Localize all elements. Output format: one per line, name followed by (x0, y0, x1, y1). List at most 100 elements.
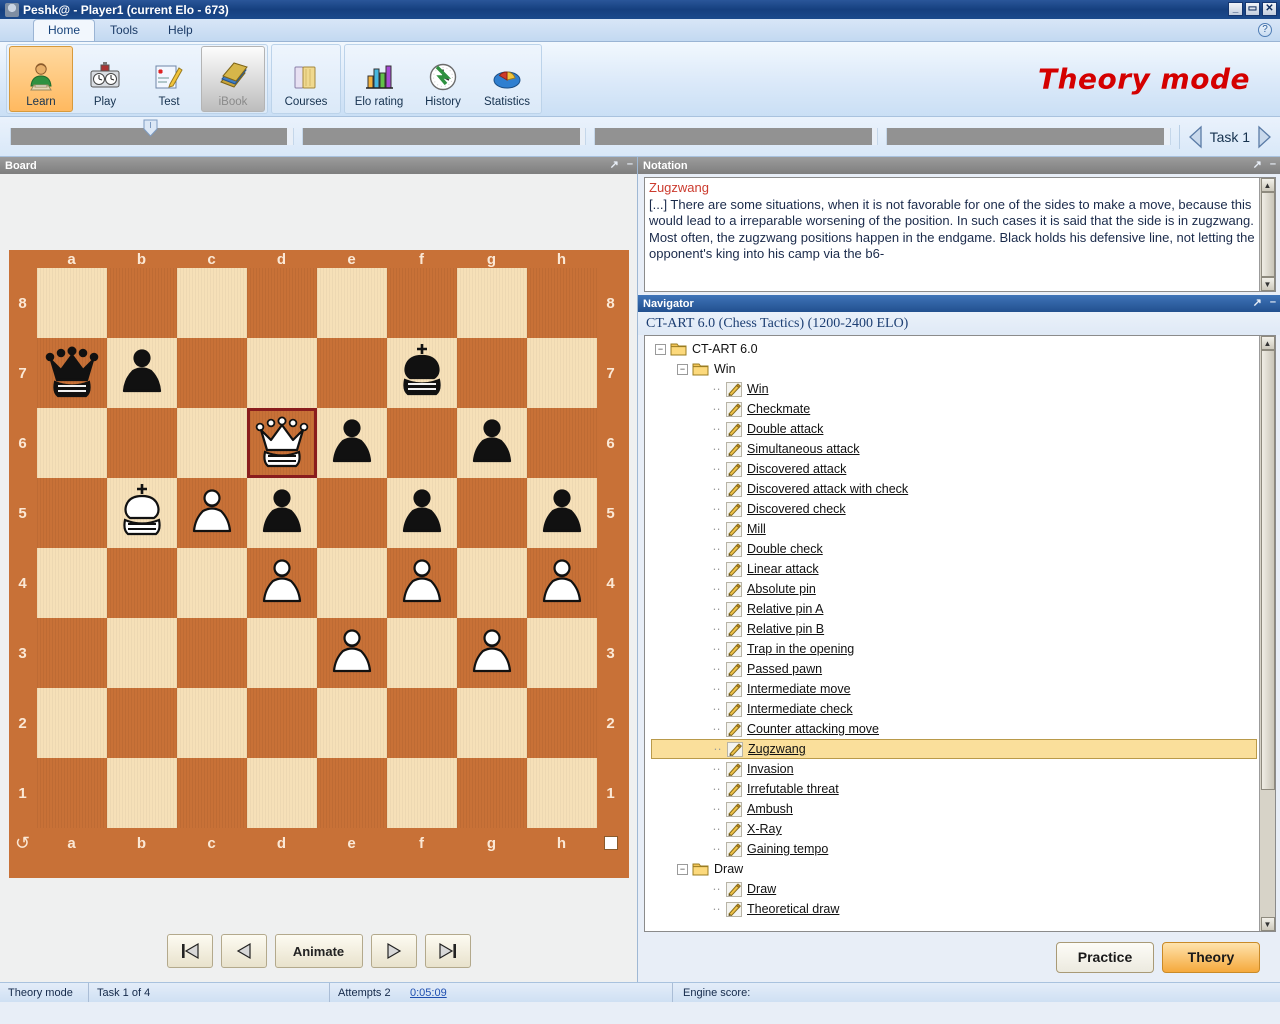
notation-scrollbar[interactable]: ▲ ▼ (1259, 178, 1275, 291)
chess-board[interactable]: abcdefgh887 76 65 (9, 250, 629, 878)
square-d6[interactable] (247, 408, 317, 478)
tree-item[interactable]: ·· Irrefutable threat (651, 779, 1259, 799)
elo-rating-button[interactable]: Elo rating (347, 46, 411, 112)
square-h3[interactable] (527, 618, 597, 688)
tree-item[interactable]: ·· Invasion (651, 759, 1259, 779)
tree-item[interactable]: ·· Intermediate move (651, 679, 1259, 699)
square-a3[interactable] (37, 618, 107, 688)
tree-item[interactable]: ·· Zugzwang (651, 739, 1257, 759)
square-g2[interactable] (457, 688, 527, 758)
board-expand-icon[interactable]: ↗ (610, 158, 619, 171)
square-f3[interactable] (387, 618, 457, 688)
tree-item[interactable]: ·· Double check (651, 539, 1259, 559)
tree-scroll-down-icon[interactable]: ▼ (1261, 917, 1275, 931)
square-f1[interactable] (387, 758, 457, 828)
practice-button[interactable]: Practice (1056, 942, 1154, 973)
square-b2[interactable] (107, 688, 177, 758)
theory-button[interactable]: Theory (1162, 942, 1260, 973)
learn-button[interactable]: Learn (9, 46, 73, 112)
square-c7[interactable] (177, 338, 247, 408)
notation-scroll-thumb[interactable] (1261, 192, 1275, 277)
square-a6[interactable] (37, 408, 107, 478)
square-e5[interactable] (317, 478, 387, 548)
tree-item[interactable]: ·· Simultaneous attack (651, 439, 1259, 459)
square-f5[interactable] (387, 478, 457, 548)
square-b5[interactable] (107, 478, 177, 548)
notation-expand-icon[interactable]: ↗ (1253, 158, 1262, 171)
square-e6[interactable] (317, 408, 387, 478)
square-g5[interactable] (457, 478, 527, 548)
square-e3[interactable] (317, 618, 387, 688)
tree-item[interactable]: ·· Absolute pin (651, 579, 1259, 599)
tree-item[interactable]: ·· Draw (651, 879, 1259, 899)
tree-folder[interactable]: − Draw (651, 859, 1259, 879)
tree-item[interactable]: ·· Discovered attack (651, 459, 1259, 479)
tree-folder[interactable]: − Win (651, 359, 1259, 379)
square-d3[interactable] (247, 618, 317, 688)
square-a1[interactable] (37, 758, 107, 828)
square-e1[interactable] (317, 758, 387, 828)
help-icon[interactable]: ? (1258, 23, 1272, 37)
square-g1[interactable] (457, 758, 527, 828)
tab-help[interactable]: Help (153, 19, 208, 41)
square-g8[interactable] (457, 268, 527, 338)
square-d8[interactable] (247, 268, 317, 338)
square-g6[interactable] (457, 408, 527, 478)
tree-item[interactable]: ·· Relative pin B (651, 619, 1259, 639)
square-d1[interactable] (247, 758, 317, 828)
courses-button[interactable]: Courses (274, 46, 338, 112)
tree-item[interactable]: ·· Win (651, 379, 1259, 399)
notation-minimize-icon[interactable]: – (1270, 158, 1276, 171)
tree-item[interactable]: ·· Intermediate check (651, 699, 1259, 719)
tree-expander[interactable]: − (677, 364, 688, 375)
square-h6[interactable] (527, 408, 597, 478)
square-b7[interactable] (107, 338, 177, 408)
square-f4[interactable] (387, 548, 457, 618)
square-a4[interactable] (37, 548, 107, 618)
square-c5[interactable] (177, 478, 247, 548)
square-g3[interactable] (457, 618, 527, 688)
tree-item[interactable]: ·· Counter attacking move (651, 719, 1259, 739)
progress-segment[interactable] (886, 128, 1170, 145)
next-move-button[interactable] (371, 934, 417, 968)
tab-tools[interactable]: Tools (95, 19, 153, 41)
square-f7[interactable] (387, 338, 457, 408)
square-a5[interactable] (37, 478, 107, 548)
minimize-button[interactable]: _ (1228, 2, 1243, 16)
square-c4[interactable] (177, 548, 247, 618)
first-move-button[interactable] (167, 934, 213, 968)
tree-scroll-thumb[interactable] (1261, 350, 1275, 790)
square-b6[interactable] (107, 408, 177, 478)
tree-folder[interactable]: − CT-ART 6.0 (651, 339, 1259, 359)
tree-item[interactable]: ·· Relative pin A (651, 599, 1259, 619)
square-e4[interactable] (317, 548, 387, 618)
last-move-button[interactable] (425, 934, 471, 968)
square-a2[interactable] (37, 688, 107, 758)
tree-item[interactable]: ·· Gaining tempo (651, 839, 1259, 859)
next-task-arrow[interactable] (1254, 125, 1274, 149)
notation-text[interactable]: Zugzwang [...] There are some situations… (645, 178, 1259, 291)
tree-item[interactable]: ·· Double attack (651, 419, 1259, 439)
square-h4[interactable] (527, 548, 597, 618)
tree-item[interactable]: ·· Checkmate (651, 399, 1259, 419)
square-c1[interactable] (177, 758, 247, 828)
square-g4[interactable] (457, 548, 527, 618)
tree-expander[interactable]: − (655, 344, 666, 355)
square-e8[interactable] (317, 268, 387, 338)
tree-item[interactable]: ·· Theoretical draw (651, 899, 1259, 919)
square-h1[interactable] (527, 758, 597, 828)
square-d2[interactable] (247, 688, 317, 758)
tree-item[interactable]: ·· Mill (651, 519, 1259, 539)
navigator-minimize-icon[interactable]: – (1270, 296, 1276, 309)
square-f2[interactable] (387, 688, 457, 758)
prev-task-arrow[interactable] (1186, 125, 1206, 149)
square-b8[interactable] (107, 268, 177, 338)
statistics-button[interactable]: Statistics (475, 46, 539, 112)
tree-item[interactable]: ·· Linear attack (651, 559, 1259, 579)
tree-expander[interactable]: − (677, 864, 688, 875)
square-c8[interactable] (177, 268, 247, 338)
square-a7[interactable] (37, 338, 107, 408)
square-d5[interactable] (247, 478, 317, 548)
square-h5[interactable] (527, 478, 597, 548)
square-b4[interactable] (107, 548, 177, 618)
